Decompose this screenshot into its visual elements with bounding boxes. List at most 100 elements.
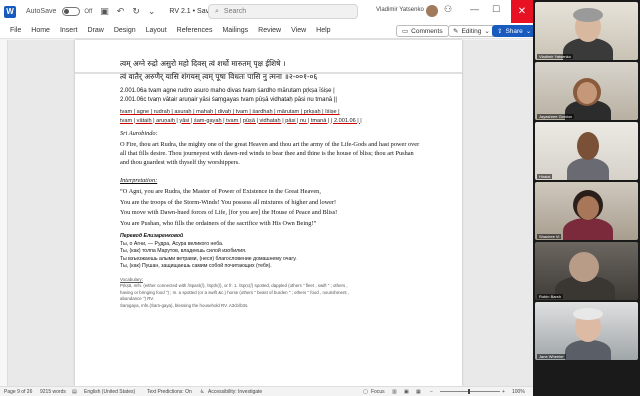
screen: W AutoSave Off ▣ ↶ ↻ ⌄ RV 2.1 • Saved ⌕ … (0, 0, 640, 396)
coauthor-icon[interactable]: ⚇ (444, 4, 452, 15)
menu-design[interactable]: Design (114, 27, 136, 34)
video-participants-panel: Vladimir Yatsenko Jayashree Gordon Hiral… (533, 0, 640, 396)
page-count[interactable]: Page 9 of 26 (4, 389, 32, 395)
participant-tile-2[interactable]: Jayashree Gordon (535, 62, 638, 120)
save-icon[interactable]: ▣ (100, 6, 109, 17)
minimize-icon[interactable]: — (470, 4, 479, 14)
zoom-level[interactable]: 100% (512, 389, 525, 395)
editing-button[interactable]: ✎ Editing ⌄ (448, 25, 495, 37)
menu-review[interactable]: Review (258, 27, 281, 34)
chevron-down-icon: ⌄ (484, 28, 490, 35)
customize-toolbar-icon[interactable]: ⌄ (148, 6, 156, 17)
participant-name: Jane Wheeler (537, 354, 566, 359)
status-bar: Page 9 of 26 9215 words ▤ English (Unite… (0, 386, 533, 396)
russian-line-3: Ты взъезжаешь алыми ветрами, (неся) благ… (120, 255, 297, 262)
text-predictions[interactable]: Text Predictions: On (147, 389, 192, 395)
zoom-in-icon[interactable]: + (502, 389, 505, 395)
autosave-state: Off (84, 8, 93, 15)
interpretation-line-2: You are the troops of the Storm-Winds! Y… (120, 198, 337, 206)
vocabulary-line-4: Śaṃgaya, mfn.(Śam-gaya), blessing the ho… (120, 302, 249, 308)
interpretation-line-3: You move with Dawn-hued forces of Life, … (120, 209, 338, 216)
share-icon: ⇪ (497, 28, 503, 35)
word-count[interactable]: 9215 words (40, 389, 66, 395)
web-layout-icon[interactable]: ▦ (416, 389, 421, 395)
participant-name: Vladimir Yatsenko (537, 54, 573, 59)
participant-face (577, 132, 599, 160)
participant-body (565, 340, 611, 360)
word-split-line-1: tvam | agne | rudraḥ | asuraḥ | mahaḥ | … (120, 109, 340, 115)
participant-tile-6[interactable]: Jane Wheeler (535, 302, 638, 360)
sri-aurobindo-label: Sri Aurobindo: (120, 130, 158, 137)
menu-draw[interactable]: Draw (87, 27, 103, 34)
accessibility-icon: ♿ (200, 388, 205, 395)
menu-file[interactable]: File (10, 27, 21, 34)
verse-a: 2.001.06a tvam agne rudro asuro maho div… (120, 88, 335, 94)
menu-insert[interactable]: Insert (60, 27, 78, 34)
search-box[interactable]: ⌕ Search (208, 4, 358, 19)
user-name[interactable]: Vladimir Yatsenko (376, 7, 424, 13)
menu-mailings[interactable]: Mailings (222, 27, 248, 34)
participant-tile-3[interactable]: Hiralal (535, 122, 638, 180)
undo-icon[interactable]: ↶ (117, 6, 125, 17)
participant-tile-1[interactable]: Vladimir Yatsenko (535, 2, 638, 60)
menu-view[interactable]: View (291, 27, 306, 34)
zoom-out-icon[interactable]: − (430, 389, 433, 395)
participant-tile-5[interactable]: Robin Barsh (535, 242, 638, 300)
participant-name: Hiralal (537, 174, 553, 179)
participant-face (569, 252, 599, 282)
participant-face (577, 196, 599, 220)
search-icon: ⌕ (215, 7, 219, 15)
document-content[interactable]: त्वम् अग्ने रुद्रो असुरो महो दिवस् त्वं … (120, 57, 420, 309)
sanskrit-line-2: त्वं वातैर् अरुणैर् यासि शंगयस् त्वम् पू… (120, 72, 318, 81)
autosave-toggle[interactable] (62, 7, 81, 16)
user-avatar[interactable] (426, 5, 438, 17)
zoom-slider[interactable] (440, 391, 500, 392)
russian-line-1: Ты, о Агни, — Рудра, Асура великого неба… (120, 240, 224, 247)
participant-tile-4[interactable]: Shachee Vi (535, 182, 638, 240)
word-logo-icon: W (4, 5, 16, 18)
zoom-slider-thumb[interactable] (468, 389, 470, 394)
participant-hair (573, 8, 603, 22)
word-window: W AutoSave Off ▣ ↶ ↻ ⌄ RV 2.1 • Saved ⌕ … (0, 0, 533, 396)
redo-icon[interactable]: ↻ (132, 6, 140, 17)
editing-label: Editing (461, 27, 482, 35)
menu-home[interactable]: Home (31, 27, 50, 34)
accessibility-status[interactable]: Accessibility: Investigate (208, 389, 262, 395)
russian-line-4: Ты, (как) Пушан, защищаешь самим собой п… (120, 263, 272, 269)
interpretation-label: Interpretation: (120, 177, 158, 184)
participant-name: Robin Barsh (537, 294, 564, 299)
print-layout-icon[interactable]: ▣ (404, 389, 409, 395)
russian-label: Перевод Елизаренковой (120, 233, 184, 239)
menu-help[interactable]: Help (316, 27, 330, 34)
proofing-icon[interactable]: ▤ (72, 389, 77, 395)
search-placeholder: Search (223, 8, 247, 15)
participant-body (567, 158, 609, 180)
share-label: Share (505, 27, 523, 35)
language[interactable]: English (United States) (84, 389, 135, 395)
vertical-ruler (0, 40, 8, 386)
focus-mode[interactable]: Focus (371, 389, 385, 395)
comments-button[interactable]: ▭ Comments (396, 25, 449, 37)
menu-layout[interactable]: Layout (146, 27, 167, 34)
interpretation-line-1: “O Agni, you are Rudra, the Master of Po… (120, 188, 321, 195)
comment-icon: ▭ (402, 28, 409, 35)
share-button[interactable]: ⇪ Share ⌄ (492, 25, 533, 37)
sanskrit-line-1: त्वम् अग्ने रुद्रो असुरो महो दिवस् त्वं … (120, 59, 286, 68)
close-icon: ✕ (517, 6, 527, 17)
title-bar: W AutoSave Off ▣ ↶ ↻ ⌄ RV 2.1 • Saved ⌕ … (0, 0, 533, 23)
comments-label: Comments (411, 27, 443, 35)
chevron-down-icon: ⌄ (525, 28, 532, 35)
participant-body (563, 218, 613, 240)
participant-hair (573, 308, 603, 320)
interpretation-line-4: You are Pushan, who fills the ordainers … (120, 219, 317, 227)
pencil-icon: ✎ (453, 28, 459, 35)
participant-name: Shachee Vi (537, 234, 562, 239)
verse-c: 2.001.06c tvaṃ vātair aruṇair yāsi śaṃga… (120, 96, 337, 103)
close-button[interactable]: ✕ (511, 0, 533, 23)
menu-references[interactable]: References (177, 27, 213, 34)
focus-icon: ▢ (363, 388, 368, 395)
participant-name: Jayashree Gordon (537, 114, 574, 119)
maximize-icon[interactable]: ☐ (492, 4, 500, 15)
read-mode-icon[interactable]: ▥ (392, 389, 397, 395)
participant-face (577, 82, 597, 104)
